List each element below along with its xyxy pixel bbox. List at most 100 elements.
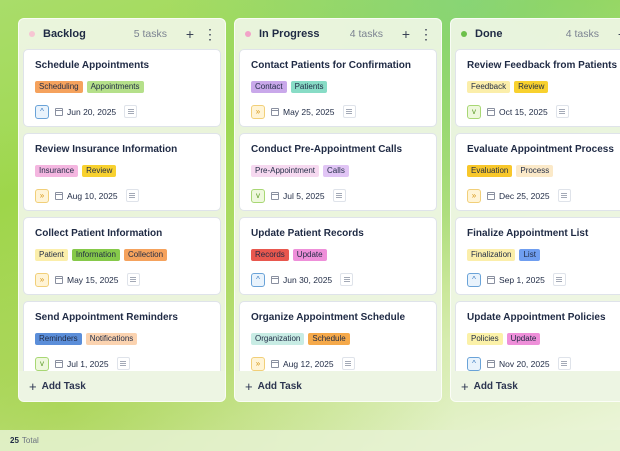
task-title: Schedule Appointments — [35, 60, 150, 71]
task-meta: ^ Jun 20, 2025 — [35, 104, 210, 119]
due-date[interactable]: Dec 25, 2025 — [487, 191, 550, 201]
tag-list: Organization Schedule — [251, 333, 426, 345]
column-more-icon[interactable]: ⋮ — [203, 27, 217, 41]
priority-high-icon[interactable]: » — [251, 104, 265, 119]
priority-low-icon[interactable]: v — [251, 188, 265, 203]
priority-low-icon[interactable]: v — [35, 356, 49, 371]
tag-badge: Policies — [467, 333, 503, 345]
add-card-plus-icon[interactable]: + — [399, 27, 413, 41]
total-count: 25 — [10, 436, 19, 445]
column-more-icon[interactable]: ⋮ — [419, 27, 433, 41]
description-icon[interactable] — [125, 189, 139, 202]
add-task-label: Add Task — [473, 380, 518, 392]
tag-badge: Patient — [35, 249, 68, 261]
priority-high-icon[interactable]: » — [467, 188, 481, 203]
column-done: Done 4 tasks + ⋮ Review Feedback from Pa… — [450, 18, 620, 402]
description-icon[interactable] — [332, 189, 346, 202]
task-card[interactable]: Collect Patient Information Patient Infor… — [23, 217, 221, 295]
task-title: Finalize Appointment List — [467, 228, 589, 239]
task-title: Contact Patients for Confirmation — [251, 60, 412, 71]
priority-high-icon[interactable]: » — [35, 188, 49, 203]
priority-high-icon[interactable]: » — [35, 272, 49, 287]
calendar-icon — [487, 191, 495, 200]
priority-medium-icon[interactable]: ^ — [467, 272, 481, 287]
footer-bar: 25 Total — [0, 430, 620, 451]
description-icon[interactable] — [340, 273, 354, 286]
column-title: In Progress — [259, 28, 320, 40]
priority-high-icon[interactable]: » — [251, 356, 265, 371]
description-icon[interactable] — [555, 105, 569, 118]
due-date[interactable]: Jun 20, 2025 — [55, 107, 116, 117]
card-list: Schedule Appointments Scheduling Appointm… — [19, 49, 225, 379]
due-date[interactable]: Jul 5, 2025 — [271, 191, 325, 201]
tag-badge: Contact — [251, 81, 287, 93]
task-card[interactable]: Update Appointment Policies Policies Upda… — [455, 301, 620, 379]
description-icon[interactable] — [126, 273, 140, 286]
add-card-plus-icon[interactable]: + — [615, 27, 620, 41]
task-card[interactable]: Evaluate Appointment Process Evaluation P… — [455, 133, 620, 211]
add-task-label: Add Task — [41, 380, 86, 392]
due-date-text: Jul 5, 2025 — [283, 190, 325, 201]
tag-list: Insurance Review — [35, 165, 210, 177]
task-meta: » Aug 10, 2025 — [35, 188, 210, 203]
description-icon[interactable] — [341, 357, 355, 370]
task-card[interactable]: Conduct Pre-Appointment Calls Pre-Appoin… — [239, 133, 437, 211]
task-card[interactable]: Organize Appointment Schedule Organizati… — [239, 301, 437, 379]
task-meta: » May 25, 2025 — [251, 104, 426, 119]
due-date[interactable]: Sep 1, 2025 — [487, 275, 545, 285]
task-card[interactable]: Contact Patients for Confirmation Contac… — [239, 49, 437, 127]
priority-low-icon[interactable]: v — [467, 104, 481, 119]
add-task-button[interactable]: + Add Task — [451, 371, 620, 401]
column-status-dot — [245, 31, 251, 37]
tag-badge: Schedule — [308, 333, 350, 345]
calendar-icon — [271, 107, 279, 116]
due-date[interactable]: Nov 20, 2025 — [487, 359, 550, 369]
calendar-icon — [487, 359, 495, 368]
due-date[interactable]: May 25, 2025 — [271, 107, 335, 117]
task-card[interactable]: Review Insurance Information Insurance Re… — [23, 133, 221, 211]
due-date-text: Jun 30, 2025 — [283, 274, 333, 285]
tag-badge: Update — [506, 333, 541, 345]
calendar-icon — [55, 107, 63, 116]
tag-badge: Process — [516, 165, 554, 177]
description-icon[interactable] — [124, 105, 138, 118]
add-task-label: Add Task — [257, 380, 302, 392]
due-date[interactable]: Jun 30, 2025 — [271, 275, 332, 285]
kanban-board: Backlog 5 tasks + ⋮ Schedule Appointment… — [0, 0, 620, 430]
tag-badge: Review — [514, 81, 549, 93]
add-task-button[interactable]: + Add Task — [235, 371, 441, 401]
task-meta: ^ Jun 30, 2025 — [251, 272, 426, 287]
description-icon[interactable] — [557, 357, 571, 370]
task-card[interactable]: Review Feedback from Patients Feedback Re… — [455, 49, 620, 127]
due-date[interactable]: Jul 1, 2025 — [55, 359, 109, 369]
task-card[interactable]: Update Patient Records Records Update ^ J… — [239, 217, 437, 295]
column-task-count: 4 tasks — [565, 28, 599, 40]
due-date-text: Jun 20, 2025 — [67, 106, 117, 117]
due-date[interactable]: Aug 10, 2025 — [55, 191, 118, 201]
due-date[interactable]: Oct 15, 2025 — [487, 107, 548, 117]
tag-badge: Appointments — [86, 81, 144, 93]
due-date[interactable]: May 15, 2025 — [55, 275, 119, 285]
due-date[interactable]: Aug 12, 2025 — [271, 359, 334, 369]
column-status-dot — [461, 31, 467, 37]
plus-icon: + — [29, 378, 37, 394]
priority-medium-icon[interactable]: ^ — [251, 272, 265, 287]
task-meta: v Jul 5, 2025 — [251, 188, 426, 203]
tag-list: Policies Update — [467, 333, 620, 345]
priority-medium-icon[interactable]: ^ — [467, 356, 481, 371]
tag-badge: Notifications — [85, 333, 138, 345]
tag-badge: Calls — [323, 165, 349, 177]
task-meta: ^ Nov 20, 2025 — [467, 356, 620, 371]
calendar-icon — [271, 275, 279, 284]
add-task-button[interactable]: + Add Task — [19, 371, 225, 401]
task-title: Evaluate Appointment Process — [467, 144, 614, 155]
priority-medium-icon[interactable]: ^ — [35, 104, 49, 119]
description-icon[interactable] — [342, 105, 356, 118]
task-card[interactable]: Send Appointment Reminders Reminders Noti… — [23, 301, 221, 379]
task-card[interactable]: Schedule Appointments Scheduling Appointm… — [23, 49, 221, 127]
description-icon[interactable] — [552, 273, 566, 286]
add-card-plus-icon[interactable]: + — [183, 27, 197, 41]
task-card[interactable]: Finalize Appointment List Finalization Li… — [455, 217, 620, 295]
description-icon[interactable] — [116, 357, 130, 370]
description-icon[interactable] — [557, 189, 571, 202]
